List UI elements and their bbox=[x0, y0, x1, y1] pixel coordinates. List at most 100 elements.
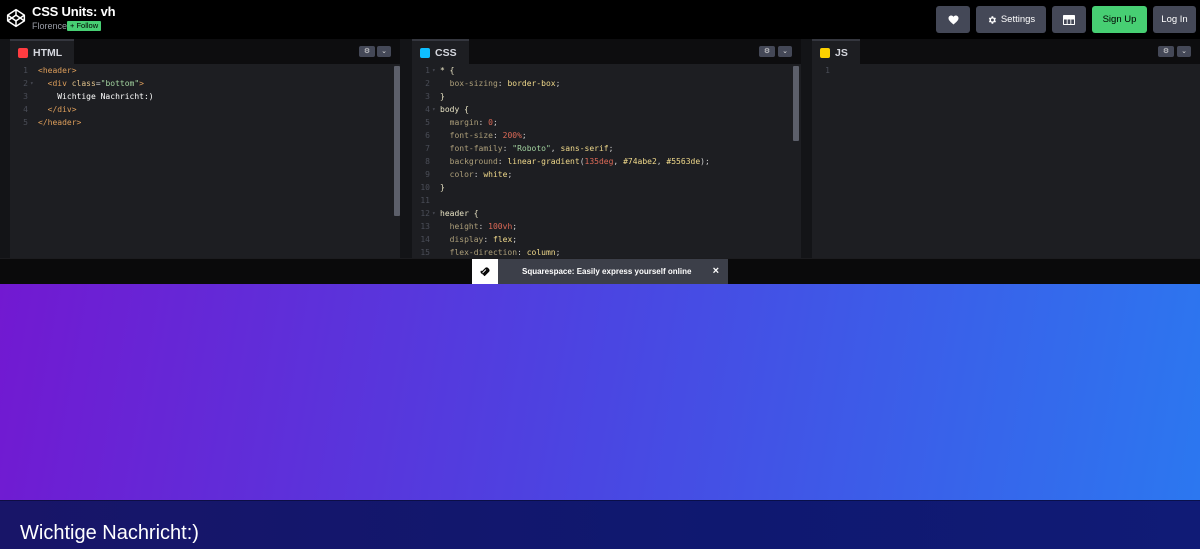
html-settings-button[interactable]: ⚙ bbox=[359, 46, 375, 57]
line-number: 1 bbox=[23, 66, 28, 75]
css-collapse-button[interactable]: ⌄ bbox=[778, 46, 792, 57]
code-token: : bbox=[492, 131, 503, 140]
code-token: , bbox=[656, 157, 667, 166]
preview-frame[interactable]: Wichtige Nachricht:) bbox=[0, 284, 1200, 549]
ad-banner[interactable]: Squarespace: Easily express yourself onl… bbox=[472, 259, 728, 284]
code-text: * { bbox=[440, 64, 454, 77]
code-token: header { bbox=[440, 209, 479, 218]
code-token: white bbox=[483, 170, 508, 179]
code-line[interactable]: 6 font-size: 200%; bbox=[412, 129, 801, 142]
js-collapse-button[interactable]: ⌄ bbox=[1177, 46, 1191, 57]
code-token: : bbox=[483, 235, 493, 244]
pen-author[interactable]: Florence bbox=[32, 21, 67, 31]
code-text: flex-direction: column; bbox=[440, 246, 561, 258]
code-line[interactable]: 10} bbox=[412, 181, 801, 194]
html-collapse-button[interactable]: ⌄ bbox=[377, 46, 391, 57]
fold-marker[interactable]: ▾ bbox=[30, 77, 34, 90]
code-text: Wichtige Nachricht:) bbox=[38, 90, 154, 103]
tab-label: HTML bbox=[33, 46, 63, 59]
code-token: <header> bbox=[38, 66, 77, 75]
code-token: Wichtige Nachricht:) bbox=[38, 92, 154, 101]
code-token: column bbox=[526, 248, 556, 257]
fold-marker[interactable]: ▾ bbox=[432, 207, 436, 220]
change-view-button[interactable] bbox=[1052, 6, 1086, 33]
tab-css[interactable]: CSS bbox=[412, 39, 469, 64]
settings-button[interactable]: Settings bbox=[976, 6, 1046, 33]
code-token: > bbox=[139, 79, 144, 88]
code-line[interactable]: 2 ▾ <div class="bottom"> bbox=[10, 77, 400, 90]
code-line[interactable]: 8 background: linear-gradient(135deg, #7… bbox=[412, 155, 801, 168]
code-line[interactable]: 14 display: flex; bbox=[412, 233, 801, 246]
js-code[interactable]: 1 bbox=[812, 64, 1200, 77]
code-token: : bbox=[478, 118, 489, 127]
code-line[interactable]: 7 font-family: "Roboto", sans-serif; bbox=[412, 142, 801, 155]
code-token: font-size bbox=[440, 131, 493, 140]
css-code[interactable]: 1 ▾ * {2 box-sizing: border-box; 3} 4 ▾ body {… bbox=[412, 64, 801, 258]
code-line[interactable]: 1 <header> bbox=[10, 64, 400, 77]
code-token: * { bbox=[440, 66, 455, 75]
line-number: 5 bbox=[23, 118, 28, 127]
chevron-down-icon: ⌄ bbox=[782, 48, 788, 55]
code-token: : bbox=[473, 170, 484, 179]
code-line[interactable]: 4 ▾ body { bbox=[412, 103, 801, 116]
code-token: ; bbox=[512, 222, 518, 231]
code-token: ); bbox=[700, 157, 710, 166]
code-token: , bbox=[613, 157, 624, 166]
code-token: background bbox=[440, 157, 498, 166]
code-line[interactable]: 1 bbox=[812, 64, 1200, 77]
code-text: color: white; bbox=[440, 168, 513, 181]
code-line[interactable]: 1 ▾ * { bbox=[412, 64, 801, 77]
resize-handle[interactable] bbox=[400, 39, 412, 258]
js-editor[interactable]: JS ⚙ ⌄ 1 bbox=[812, 39, 1200, 258]
html-scrollbar[interactable] bbox=[394, 66, 400, 216]
code-line[interactable]: 3 Wichtige Nachricht:) bbox=[10, 90, 400, 103]
js-settings-button[interactable]: ⚙ bbox=[1158, 46, 1174, 57]
editor-area: HTML ⚙ ⌄ 1 <header> 2 ▾ <div class="bottom"… bbox=[0, 39, 1200, 258]
code-line[interactable]: 9 color: white; bbox=[412, 168, 801, 181]
code-line[interactable]: 5 </header> bbox=[10, 116, 400, 129]
ad-text[interactable]: Squarespace: Easily express yourself onl… bbox=[522, 267, 691, 276]
code-token: flex-direction bbox=[440, 248, 518, 257]
follow-button[interactable]: + Follow bbox=[67, 21, 102, 31]
close-icon[interactable]: × bbox=[713, 265, 719, 277]
code-text: background: linear-gradient(135deg, #74a… bbox=[440, 155, 710, 168]
code-line[interactable]: 5 margin: 0; bbox=[412, 116, 801, 129]
css-scrollbar[interactable] bbox=[793, 66, 799, 141]
layout-icon bbox=[1063, 14, 1075, 25]
tab-label: JS bbox=[835, 46, 848, 59]
resize-handle[interactable] bbox=[801, 39, 812, 258]
code-line[interactable]: 3} bbox=[412, 90, 801, 103]
css-settings-button[interactable]: ⚙ bbox=[759, 46, 775, 57]
fold-marker[interactable]: ▾ bbox=[432, 64, 436, 77]
code-line[interactable]: 2 box-sizing: border-box; bbox=[412, 77, 801, 90]
code-line[interactable]: 12 ▾ header { bbox=[412, 207, 801, 220]
code-token: : bbox=[517, 248, 527, 257]
code-line[interactable]: 13 height: 100vh; bbox=[412, 220, 801, 233]
pen-title[interactable]: CSS Units: vh bbox=[32, 4, 116, 19]
codepen-logo-icon[interactable] bbox=[6, 8, 26, 28]
heart-button[interactable] bbox=[936, 6, 970, 33]
line-number: 1 bbox=[825, 66, 830, 75]
signup-button[interactable]: Sign Up bbox=[1092, 6, 1147, 33]
resize-handle[interactable] bbox=[0, 39, 10, 258]
fold-marker[interactable]: ▾ bbox=[432, 103, 436, 116]
html-code[interactable]: 1 <header> 2 ▾ <div class="bottom"> 3 Wichti… bbox=[10, 64, 400, 129]
css-editor[interactable]: CSS ⚙ ⌄ 1 ▾ * {2 box-sizing: border-box; 3}… bbox=[412, 39, 801, 258]
code-text: </header> bbox=[38, 116, 81, 129]
tab-js[interactable]: JS bbox=[812, 39, 860, 64]
code-token: ; bbox=[512, 235, 518, 244]
heart-icon bbox=[948, 14, 958, 25]
code-line[interactable]: 11 bbox=[412, 194, 801, 207]
code-token: } bbox=[440, 183, 445, 192]
settings-label: Settings bbox=[1000, 14, 1036, 25]
code-token: margin bbox=[440, 118, 479, 127]
code-text: display: flex; bbox=[440, 233, 517, 246]
chevron-down-icon: ⌄ bbox=[381, 48, 387, 55]
html-icon bbox=[18, 47, 28, 58]
code-line[interactable]: 15 flex-direction: column; bbox=[412, 246, 801, 258]
code-text: header { bbox=[440, 207, 479, 220]
code-line[interactable]: 4 </div> bbox=[10, 103, 400, 116]
login-button[interactable]: Log In bbox=[1153, 6, 1196, 33]
html-editor[interactable]: HTML ⚙ ⌄ 1 <header> 2 ▾ <div class="bottom"… bbox=[10, 39, 400, 258]
tab-html[interactable]: HTML bbox=[10, 39, 75, 64]
